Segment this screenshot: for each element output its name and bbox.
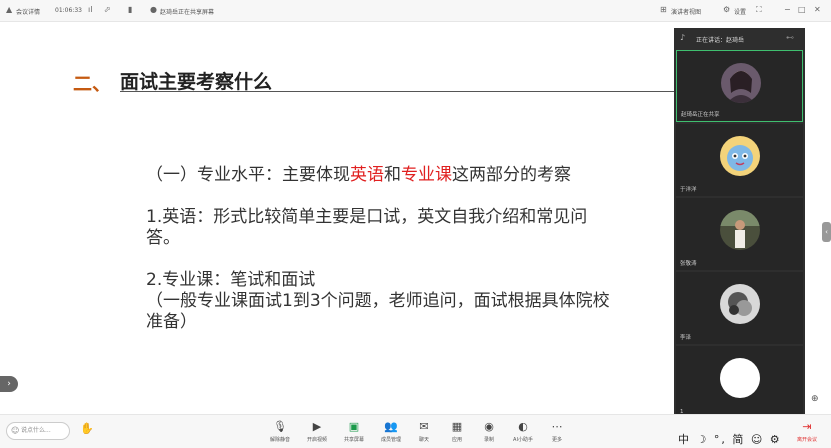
more-label: 更多 <box>551 437 562 443</box>
record-button[interactable]: ◉ 录制 <box>472 419 506 443</box>
record-label: 录制 <box>483 437 494 443</box>
chat-button[interactable]: ✉ 聊天 <box>407 419 441 443</box>
panel-collapse-handle[interactable]: ‹ <box>822 222 831 242</box>
zoom-icon[interactable]: ⊕ <box>811 394 819 404</box>
presenter-avatar-icon: ● <box>150 5 157 14</box>
slide-body: （一）专业水平：主要体现英语和专业课这两部分的考察 1.英语：形式比较简单主要是… <box>146 165 616 333</box>
record-icon: ◉ <box>484 420 494 433</box>
apps-label: 应用 <box>451 437 462 443</box>
shared-slide: 二、 面试主要考察什么 （一）专业水平：主要体现英语和专业课这两部分的考察 1.… <box>38 23 674 409</box>
meeting-info-link[interactable]: 会议详情 <box>16 7 40 16</box>
emoji-icon[interactable]: ☺ <box>11 423 19 439</box>
fullscreen-icon[interactable]: ⛶ <box>756 6 762 14</box>
slide-line-1: （一）专业水平：主要体现英语和专业课这两部分的考察 <box>146 165 616 186</box>
signal-icon: ıl <box>88 5 93 14</box>
more-icon: ⋯ <box>551 420 563 433</box>
settings-label[interactable]: 设置 <box>734 7 746 16</box>
line1-connector: 和 <box>384 165 401 185</box>
ai-assistant-label: AI小助手 <box>513 437 533 443</box>
chat-icon: ✉ <box>419 420 429 433</box>
participant-name: 赵琦岳正在共享 <box>681 112 720 118</box>
video-button[interactable]: ▶ 开启视频 <box>300 419 334 443</box>
slide-title-number: 二、 <box>73 73 112 95</box>
settings-icon[interactable]: ⚙ <box>723 6 730 14</box>
avatar <box>720 284 760 324</box>
members-icon: 👥 <box>384 420 398 433</box>
participant-tile[interactable]: 于洋洋 <box>676 124 803 196</box>
share-screen-icon: ▣ <box>348 420 360 433</box>
participant-name: 李泽 <box>680 335 692 341</box>
participant-name: 张敬涛 <box>680 261 697 267</box>
avatar <box>720 210 760 250</box>
panel-header: ♪ 正在讲话：赵琦岳 ⊷ <box>674 28 805 48</box>
members-label: 成员管理 <box>380 437 401 443</box>
more-button[interactable]: ⋯ 更多 <box>540 419 574 443</box>
participant-tile[interactable]: 李泽 <box>676 272 803 344</box>
participant-tile[interactable]: 1 <box>676 346 803 418</box>
share-screen-button[interactable]: ▣ 共享屏幕 <box>337 419 371 443</box>
leave-meeting-button[interactable]: ⇥ 离开会议 <box>790 419 824 443</box>
members-button[interactable]: 👥 成员管理 <box>374 419 408 443</box>
microphone-icon: 🎙 <box>273 420 287 433</box>
view-mode-label[interactable]: 演讲者视图 <box>671 7 701 16</box>
unmute-button[interactable]: 🎙 解除静音 <box>263 419 297 443</box>
participant-tile[interactable]: 张敬涛 <box>676 198 803 270</box>
share-screen-label: 共享屏幕 <box>343 437 364 443</box>
camera-icon: ▶ <box>312 420 322 433</box>
slide-title: 面试主要考察什么 <box>120 71 273 93</box>
bottom-toolbar: ☺ 说点什么... ✋ 🎙 解除静音 ▶ 开启视频 ▣ 共享屏幕 👥 成员管理 ✉ 聊天 … <box>0 414 831 448</box>
close-icon[interactable]: ✕ <box>814 6 821 14</box>
raise-hand-icon[interactable]: ✋ <box>80 422 94 435</box>
slide-line-2: 1.英语：形式比较简单主要是口试，英文自我介绍和常见问答。 <box>146 207 588 248</box>
speaking-label: 正在讲话：赵琦岳 <box>696 37 745 44</box>
view-mode-icon[interactable]: ⊞ <box>660 6 667 14</box>
ai-assistant-button[interactable]: ◐ AI小助手 <box>506 419 540 443</box>
minimize-icon[interactable]: − <box>784 6 791 14</box>
share-external-icon[interactable]: ⬀ <box>104 6 111 14</box>
line1-text: （一）专业水平：主要体现 <box>146 165 350 185</box>
chat-input[interactable]: ☺ 说点什么... <box>6 422 70 440</box>
title-divider <box>120 91 674 92</box>
ime-status: 中 ☽ °, 简 ☺ ⚙ <box>678 433 782 446</box>
chat-placeholder: 说点什么... <box>21 427 51 434</box>
avatar <box>720 136 760 176</box>
participant-name: 于洋洋 <box>680 187 697 193</box>
participant-tile[interactable]: 赵琦岳正在共享 <box>676 50 803 122</box>
line1-highlight-english: 英语 <box>350 165 384 185</box>
meeting-timer: 01:06:33 <box>55 7 82 14</box>
speaker-icon: ♪ <box>680 33 686 42</box>
page-expand-button[interactable]: › <box>0 376 18 392</box>
avatar <box>720 358 760 398</box>
leave-meeting-label: 离开会议 <box>796 437 817 443</box>
line1-highlight-major: 专业课 <box>401 165 452 185</box>
slide-line-3: 2.专业课：笔试和面试 <box>146 270 316 290</box>
participant-panel: ♪ 正在讲话：赵琦岳 ⊷ 赵琦岳正在共享 于洋洋 张敬涛 李泽 1 <box>674 28 805 420</box>
apps-icon: ▦ <box>451 420 463 433</box>
apps-button[interactable]: ▦ 应用 <box>440 419 474 443</box>
line1-tail: 这两部分的考察 <box>452 165 571 185</box>
exit-icon: ⇥ <box>802 420 812 433</box>
meeting-logo-icon: ▲ <box>6 5 13 14</box>
document-icon[interactable]: ▮ <box>128 6 132 14</box>
unmute-label: 解除静音 <box>269 437 290 443</box>
video-label: 开启视频 <box>306 437 327 443</box>
chat-label: 聊天 <box>418 437 429 443</box>
maximize-icon[interactable]: □ <box>798 6 806 14</box>
slide-line-4: （一般专业课面试1到3个问题，老师追问，面试根据具体院校准备） <box>146 291 610 332</box>
sharing-status-text: 赵琦岳正在共享屏幕 <box>160 9 215 16</box>
panel-options-icon[interactable]: ⊷ <box>786 33 794 42</box>
top-bar: ▲ 会议详情 01:06:33 ıl ⬀ ▮ ● 赵琦岳正在共享屏幕 ⊞ 演讲者… <box>0 0 831 22</box>
avatar <box>721 63 761 103</box>
ai-assistant-icon: ◐ <box>518 420 528 433</box>
